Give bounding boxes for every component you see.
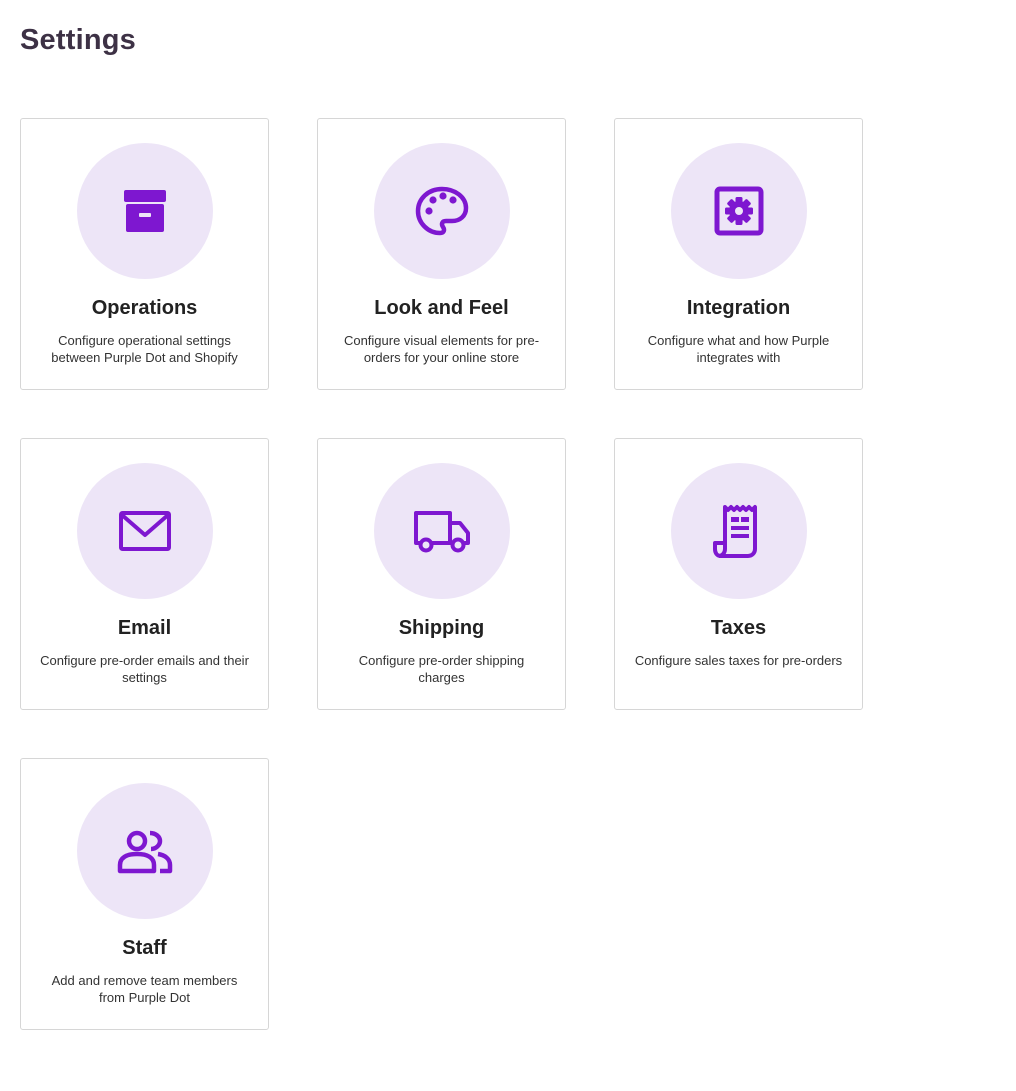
icon-circle	[671, 143, 807, 279]
icon-circle	[374, 463, 510, 599]
settings-card-operations[interactable]: Operations Configure operational setting…	[20, 118, 269, 390]
card-title: Taxes	[710, 617, 767, 639]
settings-card-shipping[interactable]: Shipping Configure pre-order shipping ch…	[317, 438, 566, 710]
card-title: Staff	[122, 937, 167, 959]
card-description: Configure what and how Purple integrates…	[647, 333, 830, 365]
page-title: Settings	[20, 24, 136, 56]
gear-square-icon	[714, 186, 764, 236]
settings-card-integration[interactable]: Integration Configure what and how Purpl…	[614, 118, 863, 390]
icon-circle	[77, 143, 213, 279]
receipt-icon	[713, 505, 757, 558]
card-title: Integration	[686, 297, 791, 319]
card-title: Operations	[91, 297, 198, 319]
settings-card-email[interactable]: Email Configure pre-order emails and the…	[20, 438, 269, 710]
icon-circle	[77, 783, 213, 919]
icon-circle	[671, 463, 807, 599]
palette-icon	[415, 186, 469, 236]
settings-card-staff[interactable]: Staff Add and remove team members from P…	[20, 758, 269, 1030]
card-title: Shipping	[398, 617, 485, 639]
icon-circle	[77, 463, 213, 599]
card-description: Configure sales taxes for pre-orders	[634, 653, 843, 668]
card-description: Add and remove team members from Purple …	[51, 973, 238, 1005]
card-title: Email	[117, 617, 172, 639]
card-description: Configure visual elements for pre-orders…	[343, 333, 540, 365]
users-icon	[117, 830, 173, 874]
icon-circle	[374, 143, 510, 279]
settings-card-taxes[interactable]: Taxes Configure sales taxes for pre-orde…	[614, 438, 863, 710]
card-description: Configure pre-order shipping charges	[358, 653, 525, 685]
envelope-icon	[119, 511, 171, 551]
archive-box-icon	[124, 190, 166, 232]
card-description: Configure pre-order emails and their set…	[40, 653, 249, 685]
truck-icon	[414, 511, 470, 553]
card-title: Look and Feel	[374, 297, 509, 319]
settings-grid: Operations Configure operational setting…	[20, 118, 863, 1030]
settings-card-look-and-feel[interactable]: Look and Feel Configure visual elements …	[317, 118, 566, 390]
card-description: Configure operational settings between P…	[51, 333, 238, 365]
